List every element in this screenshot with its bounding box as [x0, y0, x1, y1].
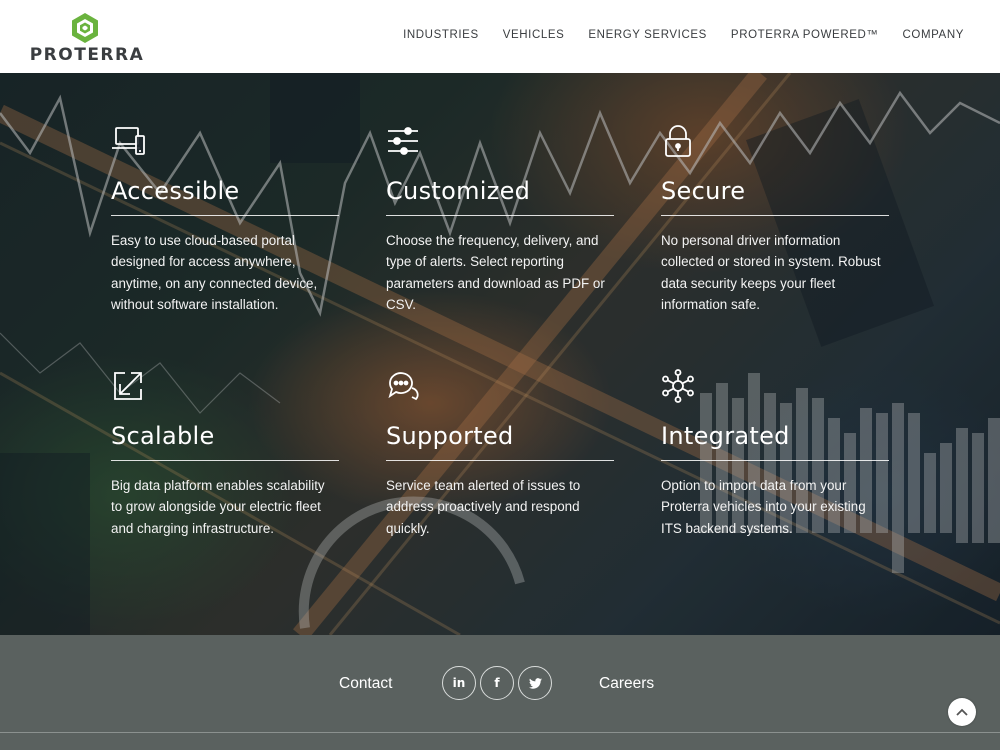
feature-title: Accessible	[111, 177, 339, 216]
logo-mark-icon	[72, 13, 98, 43]
nav-item-company[interactable]: COMPANY	[903, 29, 965, 41]
back-to-top-button[interactable]	[948, 698, 976, 726]
feature-supported: Supported Service team alerted of issues…	[386, 369, 614, 539]
feature-title: Customized	[386, 177, 614, 216]
linkedin-button[interactable]: in	[442, 666, 476, 700]
chat-icon	[388, 372, 419, 401]
network-icon	[662, 369, 694, 403]
proterra-logo[interactable]: PROTERRA	[22, 12, 152, 65]
feature-description: Service team alerted of issues to addres…	[386, 478, 581, 536]
devices-icon	[112, 127, 145, 155]
chevron-up-icon	[956, 708, 968, 716]
site-footer: Contact in f Careers	[0, 635, 1000, 750]
nav-item-industries[interactable]: INDUSTRIES	[403, 29, 479, 41]
careers-link[interactable]: Careers	[599, 675, 654, 693]
feature-title: Scalable	[111, 422, 339, 461]
feature-scalable: Scalable Big data platform enables scala…	[111, 369, 339, 539]
contact-link[interactable]: Contact	[339, 675, 392, 693]
main-nav: INDUSTRIES VEHICLES ENERGY SERVICES PROT…	[379, 29, 964, 41]
expand-icon	[114, 372, 142, 400]
feature-title: Secure	[661, 177, 889, 216]
nav-item-proterra-powered[interactable]: PROTERRA POWERED™	[731, 29, 879, 41]
feature-secure: Secure No personal driver information co…	[661, 124, 889, 316]
feature-integrated: Integrated Option to import data from yo…	[661, 369, 889, 539]
feature-description: No personal driver information collected…	[661, 233, 881, 313]
linkedin-icon: in	[452, 676, 466, 690]
feature-customized: Customized Choose the frequency, deliver…	[386, 124, 614, 316]
feature-title: Supported	[386, 422, 614, 461]
feature-title: Integrated	[661, 422, 889, 461]
feature-description: Option to import data from your Proterra…	[661, 478, 866, 536]
twitter-icon	[528, 677, 542, 689]
features-hero: Accessible Easy to use cloud-based porta…	[0, 73, 1000, 635]
feature-accessible: Accessible Easy to use cloud-based porta…	[111, 124, 339, 316]
footer-divider	[0, 732, 1000, 733]
sliders-icon	[388, 127, 418, 155]
feature-description: Easy to use cloud-based portal designed …	[111, 233, 318, 313]
feature-description: Choose the frequency, delivery, and type…	[386, 233, 605, 313]
feature-description: Big data platform enables scalability to…	[111, 478, 325, 536]
nav-item-energy-services[interactable]: ENERGY SERVICES	[588, 29, 707, 41]
logo-wordmark: PROTERRA	[29, 45, 145, 65]
nav-item-vehicles[interactable]: VEHICLES	[503, 29, 565, 41]
facebook-button[interactable]: f	[480, 666, 514, 700]
facebook-icon: f	[494, 676, 500, 690]
site-header: PROTERRA INDUSTRIES VEHICLES ENERGY SERV…	[0, 0, 1000, 73]
lock-icon	[665, 125, 691, 157]
twitter-button[interactable]	[518, 666, 552, 700]
